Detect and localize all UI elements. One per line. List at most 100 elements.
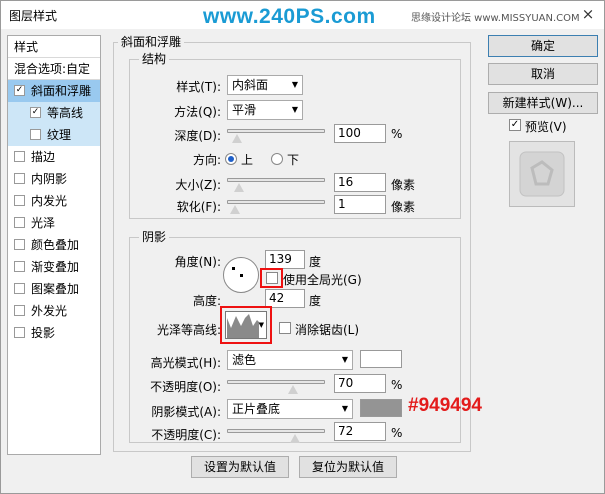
style-item-checkbox[interactable] (14, 173, 25, 184)
make-default-button[interactable]: 设置为默认值 (191, 456, 289, 478)
antialias-label: 消除锯齿(L) (295, 323, 360, 337)
size-slider[interactable] (227, 178, 325, 192)
style-item-label: 渐变叠加 (31, 260, 80, 274)
altitude-unit: 度 (309, 294, 322, 308)
style-item[interactable]: 内发光 (8, 190, 100, 212)
style-item[interactable]: 外发光 (8, 300, 100, 322)
highlight-mode-value: 滤色 (232, 353, 257, 367)
title-bar: 图层样式 www.240PS.com 思缘设计论坛 www.MISSYUAN.C… (1, 1, 604, 29)
ok-button[interactable]: 确定 (488, 35, 598, 57)
shadow-mode-dropdown[interactable]: 正片叠底 ▼ (227, 399, 353, 419)
style-item[interactable]: 投影 (8, 322, 100, 344)
close-icon[interactable]: × (576, 3, 600, 25)
style-item-checkbox[interactable] (14, 327, 25, 338)
shadow-mode-label: 阴影模式(A): (151, 405, 221, 419)
style-item-label: 纹理 (47, 128, 72, 142)
method-dropdown[interactable]: 平滑 ▼ (227, 100, 303, 120)
direction-down-radio[interactable] (271, 153, 283, 165)
style-item[interactable]: ✓ 等高线 (8, 102, 100, 124)
highlight-opacity-input[interactable]: 70 (334, 374, 386, 393)
highlight-color-swatch[interactable] (360, 350, 402, 368)
style-item-checkbox[interactable] (14, 261, 25, 272)
depth-thumb[interactable] (232, 134, 243, 143)
styles-header[interactable]: 样式 (8, 36, 100, 58)
depth-input[interactable]: 100 (334, 124, 386, 143)
style-item[interactable]: 渐变叠加 (8, 256, 100, 278)
angle-input[interactable]: 139 (265, 250, 305, 269)
angle-label: 角度(N): (174, 255, 221, 269)
preview-checkbox[interactable]: ✓ (509, 119, 521, 131)
style-item-label: 投影 (31, 326, 56, 340)
depth-unit: % (391, 127, 403, 141)
gloss-contour-picker[interactable]: ▼ (225, 311, 267, 339)
style-item[interactable]: 纹理 (8, 124, 100, 146)
highlight-mode-dropdown[interactable]: 滤色 ▼ (227, 350, 353, 370)
style-item-checkbox[interactable] (14, 239, 25, 250)
style-item-label: 内发光 (31, 194, 68, 208)
style-item-label: 图案叠加 (31, 282, 80, 296)
style-item[interactable]: 描边 (8, 146, 100, 168)
method-label: 方法(Q): (174, 105, 221, 119)
style-item-checkbox[interactable] (14, 195, 25, 206)
shading-title: 阴影 (139, 228, 170, 245)
style-item-checkbox[interactable] (14, 283, 25, 294)
depth-label: 深度(D): (174, 129, 221, 143)
style-item-checkbox[interactable]: ✓ (30, 107, 41, 118)
style-item-checkbox[interactable] (30, 129, 41, 140)
highlight-opacity-label: 不透明度(O): (150, 380, 221, 394)
section-title: 斜面和浮雕 (118, 33, 185, 50)
angle-dial[interactable] (223, 257, 259, 293)
chevron-down-icon: ▼ (258, 321, 264, 329)
highlight-opacity-thumb[interactable] (288, 385, 299, 394)
style-item-label: 描边 (31, 150, 56, 164)
blending-options[interactable]: 混合选项:自定 (8, 58, 100, 80)
style-item-checkbox[interactable] (14, 305, 25, 316)
contour-thumbnail (227, 314, 259, 338)
highlight-mode-label: 高光模式(H): (150, 356, 221, 370)
depth-slider[interactable] (227, 129, 325, 143)
chevron-down-icon: ▼ (291, 105, 298, 114)
chevron-down-icon: ▼ (291, 80, 298, 89)
cancel-button[interactable]: 取消 (488, 63, 598, 85)
direction-up-label: 上 (241, 153, 254, 167)
size-thumb[interactable] (234, 183, 245, 192)
structure-title: 结构 (139, 50, 170, 67)
style-item-checkbox[interactable] (14, 217, 25, 228)
style-item-label: 颜色叠加 (31, 238, 80, 252)
shadow-opacity-thumb[interactable] (289, 434, 300, 443)
highlight-opacity-slider[interactable] (227, 380, 325, 394)
shadow-opacity-input[interactable]: 72 (334, 422, 386, 441)
antialias-checkbox[interactable] (279, 322, 291, 334)
style-item-checkbox[interactable]: ✓ (14, 85, 25, 96)
soften-label: 软化(F): (176, 200, 221, 214)
style-label: 样式(T): (176, 80, 221, 94)
style-item[interactable]: ✓ 斜面和浮雕 (8, 80, 100, 102)
soften-thumb[interactable] (229, 205, 240, 214)
angle-unit: 度 (309, 255, 322, 269)
site-watermark: 思缘设计论坛 www.MISSYUAN.COM (411, 13, 580, 24)
highlight-opacity-unit: % (391, 378, 403, 392)
style-dropdown[interactable]: 内斜面 ▼ (227, 75, 303, 95)
dial-center (240, 274, 243, 277)
style-item-checkbox[interactable] (14, 151, 25, 162)
size-input[interactable]: 16 (334, 173, 386, 192)
preview-label: 预览(V) (525, 120, 567, 134)
direction-label: 方向: (192, 153, 221, 167)
soften-slider[interactable] (227, 200, 325, 214)
size-unit: 像素 (391, 178, 416, 192)
reset-default-button[interactable]: 复位为默认值 (299, 456, 397, 478)
style-item[interactable]: 颜色叠加 (8, 234, 100, 256)
style-item[interactable]: 内阴影 (8, 168, 100, 190)
style-item-label: 内阴影 (31, 172, 68, 186)
style-item[interactable]: 图案叠加 (8, 278, 100, 300)
global-light-checkbox[interactable] (266, 272, 278, 284)
shadow-opacity-label: 不透明度(C): (151, 428, 221, 442)
style-item[interactable]: 光泽 (8, 212, 100, 234)
watermark-text: www.240PS.com (203, 5, 376, 28)
shadow-color-swatch[interactable] (360, 399, 402, 417)
shadow-opacity-slider[interactable] (227, 429, 325, 443)
shadow-opacity-unit: % (391, 426, 403, 440)
direction-up-radio[interactable] (225, 153, 237, 165)
new-style-button[interactable]: 新建样式(W)... (488, 92, 598, 114)
soften-input[interactable]: 1 (334, 195, 386, 214)
